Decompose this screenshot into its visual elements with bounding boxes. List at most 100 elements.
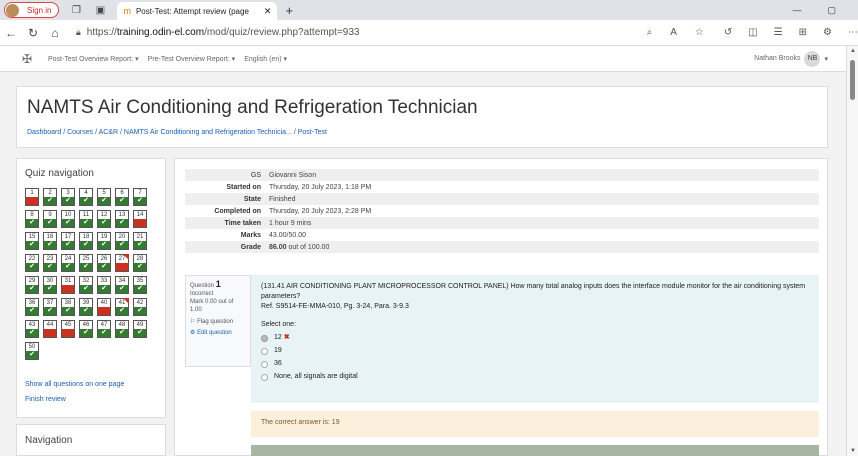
scroll-down-icon[interactable]: ▼ [850,448,856,454]
radio-selected[interactable] [261,334,268,342]
quiz-nav-question-button[interactable]: 20 ✔ [115,232,129,250]
breadcrumb-courses[interactable]: Courses [67,129,93,136]
quiz-nav-question-button[interactable]: 24 ✔ [61,254,75,272]
quiz-nav-question-button[interactable]: 2 ✔ [43,188,57,206]
quiz-nav-question-button[interactable]: 25 ✔ [79,254,93,272]
edit-question-link[interactable]: ⚙ Edit question [190,329,246,337]
answer-option[interactable]: None, all signals are digital [261,372,809,382]
quiz-nav-question-button[interactable]: 28 ✔ [133,254,147,272]
quiz-nav-question-button[interactable]: 21 ✔ [133,232,147,250]
page-scrollbar[interactable]: ▲ ▼ [846,46,858,456]
breadcrumb-post-test[interactable]: Post-Test [298,129,327,136]
answer-option[interactable]: 12 ✖ [261,333,809,343]
favorites-icon[interactable]: ☰ [774,27,783,38]
quiz-nav-question-button[interactable]: 50 ✔ [25,342,39,360]
show-all-questions-link[interactable]: Show all questions on one page [25,381,124,388]
quiz-nav-question-button[interactable]: 33 ✔ [97,276,111,294]
quiz-nav-question-button[interactable]: 19 ✔ [97,232,111,250]
user-link[interactable]: Giovanni Sison [265,169,819,181]
read-aloud-icon[interactable]: A [670,27,677,38]
quiz-nav-question-button[interactable]: 43 ✔ [25,320,39,338]
quiz-nav-question-button[interactable]: 14 [133,210,147,228]
quiz-nav-question-button[interactable]: 49 ✔ [133,320,147,338]
favorite-star-icon[interactable]: ☆ [695,27,704,38]
scrollbar-thumb[interactable] [850,60,855,100]
menu-language[interactable]: English (en) ▾ [244,55,287,63]
breadcrumb-dashboard[interactable]: Dashboard [27,129,61,136]
quiz-nav-question-button[interactable]: 22 ✔ [25,254,39,272]
quiz-nav-question-button[interactable]: 37 ✔ [43,298,57,316]
zoom-icon[interactable]: ⌕ [647,27,653,38]
restore-icon[interactable]: ▢ [827,5,836,16]
quiz-nav-question-button[interactable]: 48 ✔ [115,320,129,338]
quiz-nav-question-button[interactable]: 42 ✔ [133,298,147,316]
sign-in-button[interactable]: Sign in [4,2,60,18]
menu-post-test-report[interactable]: Post-Test Overview Report: ▾ [48,55,139,63]
correct-check-icon: ✔ [116,329,128,337]
quiz-nav-question-button[interactable]: 7 ✔ [133,188,147,206]
quiz-nav-question-button[interactable]: 36 ✔ [25,298,39,316]
quiz-nav-question-button[interactable]: 23 ✔ [43,254,57,272]
quiz-nav-question-button[interactable]: 40 [97,298,111,316]
home-icon[interactable]: ⌂ [44,26,66,40]
quiz-nav-question-button[interactable]: 35 ✔ [133,276,147,294]
minimize-icon[interactable]: — [792,5,801,16]
quiz-nav-question-button[interactable]: 26 ✔ [97,254,111,272]
quiz-nav-question-button[interactable]: 6 ✔ [115,188,129,206]
refresh-extension-icon[interactable]: ↺ [724,27,732,38]
quiz-nav-question-button[interactable]: 5 ✔ [97,188,111,206]
radio[interactable] [261,360,268,368]
quiz-nav-question-button[interactable]: 46 ✔ [79,320,93,338]
quiz-nav-question-button[interactable]: 16 ✔ [43,232,57,250]
close-tab-icon[interactable]: ✕ [264,6,272,17]
quiz-nav-question-button[interactable]: 4 ✔ [79,188,93,206]
menu-pre-test-report[interactable]: Pre-Test Overview Report: ▾ [148,55,236,63]
quiz-nav-question-button[interactable]: 30 ✔ [43,276,57,294]
quiz-nav-question-button[interactable]: 15 ✔ [25,232,39,250]
quiz-nav-question-button[interactable]: 29 ✔ [25,276,39,294]
tab-actions-icon[interactable]: ▣ [93,3,107,17]
back-icon[interactable]: ← [0,26,22,40]
answer-option[interactable]: 19 [261,346,809,356]
reload-icon[interactable]: ↻ [22,26,44,40]
quiz-nav-question-button[interactable]: 41 ✔ [115,298,129,316]
quiz-nav-question-button[interactable]: 47 ✔ [97,320,111,338]
quiz-nav-question-button[interactable]: 1 [25,188,39,206]
quiz-nav-question-button[interactable]: 17 ✔ [61,232,75,250]
user-menu[interactable]: Nathan Brooks NB ▾ [754,50,828,67]
quiz-nav-question-button[interactable]: 3 ✔ [61,188,75,206]
collections-toolbar-icon[interactable]: ⊞ [799,27,807,38]
quiz-nav-question-button[interactable]: 9 ✔ [43,210,57,228]
tab-active[interactable]: m Post-Test: Attempt review (page ✕ [117,2,278,20]
url-field[interactable]: 🔒︎ https://training.odin-el.com/mod/quiz… [76,23,576,43]
finish-review-link[interactable]: Finish review [25,396,66,403]
more-icon[interactable]: ⋯ [848,27,858,38]
scroll-up-icon[interactable]: ▲ [850,48,856,54]
quiz-nav-question-button[interactable]: 11 ✔ [79,210,93,228]
quiz-nav-question-button[interactable]: 18 ✔ [79,232,93,250]
quiz-nav-question-button[interactable]: 39 ✔ [79,298,93,316]
answer-option[interactable]: 36 [261,359,809,369]
quiz-nav-question-button[interactable]: 13 ✔ [115,210,129,228]
quiz-nav-question-button[interactable]: 27 [115,254,129,272]
breadcrumb-course[interactable]: NAMTS Air Conditioning and Refrigeration… [124,129,292,136]
flag-question-button[interactable]: ⚐ Flag question [190,318,246,326]
extensions-icon[interactable]: ⚙ [823,27,832,38]
new-tab-icon[interactable]: + [285,3,293,18]
quiz-nav-question-button[interactable]: 38 ✔ [61,298,75,316]
breadcrumb-acr[interactable]: AC&R [99,129,118,136]
quiz-nav-question-button[interactable]: 12 ✔ [97,210,111,228]
collections-icon[interactable]: ❐ [69,3,83,17]
moodle-favicon-icon: m [123,6,131,16]
quiz-nav-question-button[interactable]: 31 [61,276,75,294]
quiz-nav-question-button[interactable]: 34 ✔ [115,276,129,294]
site-logo-icon[interactable]: ✠ [16,50,38,68]
quiz-nav-question-button[interactable]: 10 ✔ [61,210,75,228]
radio[interactable] [261,373,268,381]
quiz-nav-question-button[interactable]: 45 [61,320,75,338]
split-screen-icon[interactable]: ◫ [748,27,757,38]
quiz-nav-question-button[interactable]: 8 ✔ [25,210,39,228]
radio[interactable] [261,347,268,355]
quiz-nav-question-button[interactable]: 32 ✔ [79,276,93,294]
quiz-nav-question-button[interactable]: 44 [43,320,57,338]
